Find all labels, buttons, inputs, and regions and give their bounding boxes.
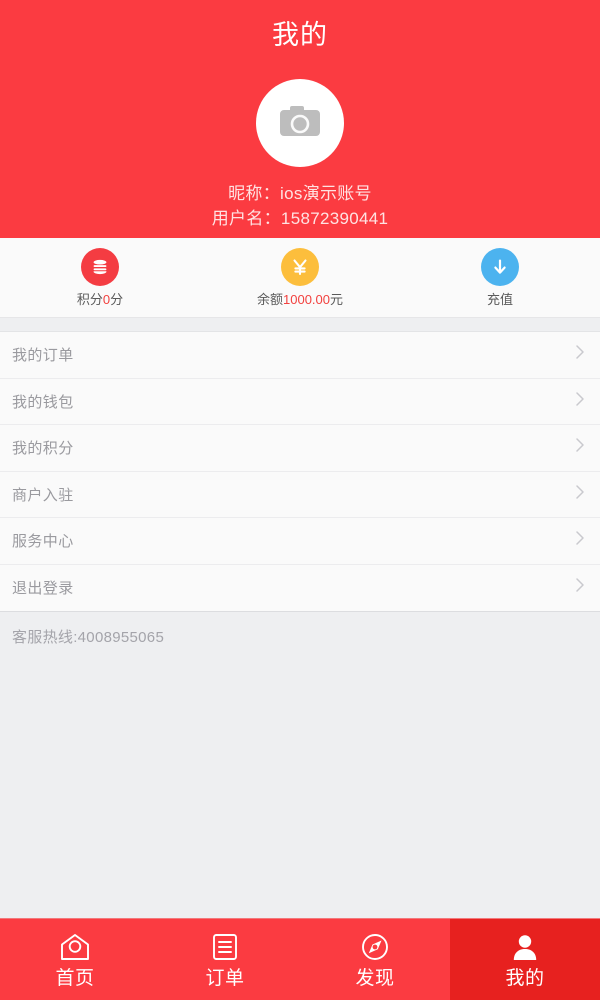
stat-balance-value: 1000.00 bbox=[283, 292, 330, 307]
coins-stack-icon bbox=[81, 248, 119, 286]
stat-balance[interactable]: 余额1000.00元 bbox=[200, 248, 400, 307]
person-icon bbox=[510, 930, 540, 964]
tab-mine-label: 我的 bbox=[505, 967, 545, 989]
bottom-tab-bar: 首页 订单 发现 我的 bbox=[0, 918, 600, 1000]
profile-header: 我的 昵称：ios演示账号 用户名：15872390441 bbox=[0, 0, 600, 238]
menu-item-my-points[interactable]: 我的积分 bbox=[0, 425, 600, 472]
stat-balance-prefix: 余额 bbox=[256, 292, 283, 307]
tab-home-label: 首页 bbox=[55, 967, 95, 989]
download-arrow-icon bbox=[481, 248, 519, 286]
stat-balance-suffix: 元 bbox=[330, 292, 344, 307]
stat-recharge-label: 充值 bbox=[487, 293, 513, 307]
section-divider bbox=[0, 318, 600, 331]
tab-discover[interactable]: 发现 bbox=[300, 919, 450, 1000]
camera-icon bbox=[277, 102, 323, 145]
tab-home[interactable]: 首页 bbox=[0, 919, 150, 1000]
stat-recharge-prefix: 充值 bbox=[486, 292, 513, 307]
chevron-right-icon bbox=[574, 436, 586, 459]
chevron-right-icon bbox=[574, 576, 586, 599]
menu-item-my-orders[interactable]: 我的订单 bbox=[0, 332, 600, 379]
stat-points-label: 积分0分 bbox=[77, 293, 123, 307]
stats-row: 积分0分 余额1000.00元 充值 bbox=[0, 238, 600, 318]
tab-orders-label: 订单 bbox=[205, 967, 245, 989]
menu-item-label: 我的积分 bbox=[12, 440, 74, 458]
stat-points-prefix: 积分 bbox=[76, 292, 103, 307]
tab-orders[interactable]: 订单 bbox=[150, 919, 300, 1000]
chevron-right-icon bbox=[574, 529, 586, 552]
compass-icon bbox=[360, 930, 390, 964]
profile-info: 昵称：ios演示账号 用户名：15872390441 bbox=[212, 181, 389, 231]
home-pentagon-icon bbox=[59, 930, 91, 964]
stat-recharge[interactable]: 充值 bbox=[400, 248, 600, 307]
menu-item-merchant-settlement[interactable]: 商户入驻 bbox=[0, 472, 600, 518]
order-list-icon bbox=[210, 930, 240, 964]
nickname-text: 昵称：ios演示账号 bbox=[228, 184, 372, 203]
tab-discover-label: 发现 bbox=[355, 967, 395, 989]
chevron-right-icon bbox=[574, 390, 586, 413]
menu-item-logout[interactable]: 退出登录 bbox=[0, 565, 600, 612]
menu-item-label: 退出登录 bbox=[12, 580, 74, 598]
username-text: 用户名：15872390441 bbox=[211, 209, 389, 228]
yuan-sign-icon bbox=[281, 248, 319, 286]
menu-item-label: 商户入驻 bbox=[12, 486, 74, 504]
menu-item-label: 我的钱包 bbox=[12, 393, 74, 411]
menu-list: 我的订单 我的钱包 我的积分 商户入驻 服务中心 退出登录 bbox=[0, 331, 600, 612]
menu-item-service-center[interactable]: 服务中心 bbox=[0, 518, 600, 565]
menu-item-label: 我的订单 bbox=[12, 347, 74, 365]
tab-mine[interactable]: 我的 bbox=[450, 919, 600, 1000]
customer-service-hotline: 客服热线:4008955065 bbox=[12, 629, 165, 646]
stat-balance-label: 余额1000.00元 bbox=[257, 293, 343, 307]
page-title: 我的 bbox=[272, 20, 328, 50]
chevron-right-icon bbox=[574, 483, 586, 506]
stat-points-suffix: 分 bbox=[110, 292, 124, 307]
menu-item-my-wallet[interactable]: 我的钱包 bbox=[0, 379, 600, 425]
menu-item-label: 服务中心 bbox=[12, 533, 74, 551]
stat-points[interactable]: 积分0分 bbox=[0, 248, 200, 307]
avatar[interactable] bbox=[256, 79, 344, 167]
chevron-right-icon bbox=[574, 343, 586, 366]
